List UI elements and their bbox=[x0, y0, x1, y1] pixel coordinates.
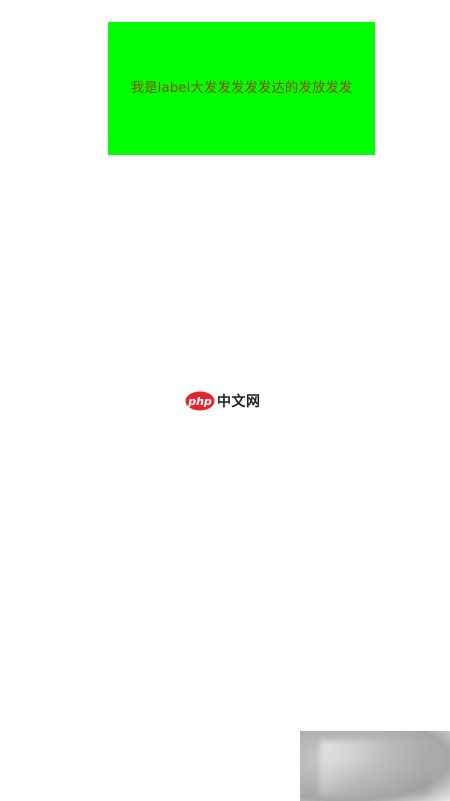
label-box: 我是label大发发发发发达的发放发发 bbox=[108, 22, 375, 155]
php-cn-watermark-logo: php 中文网 bbox=[185, 390, 261, 412]
php-logo-text: php bbox=[187, 395, 212, 408]
php-logo-icon: php bbox=[185, 391, 215, 411]
label-text: 我是label大发发发发发达的发放发发 bbox=[130, 79, 353, 96]
watermark-text: 中文网 bbox=[217, 394, 261, 410]
blurred-thumbnail-image bbox=[300, 731, 450, 801]
